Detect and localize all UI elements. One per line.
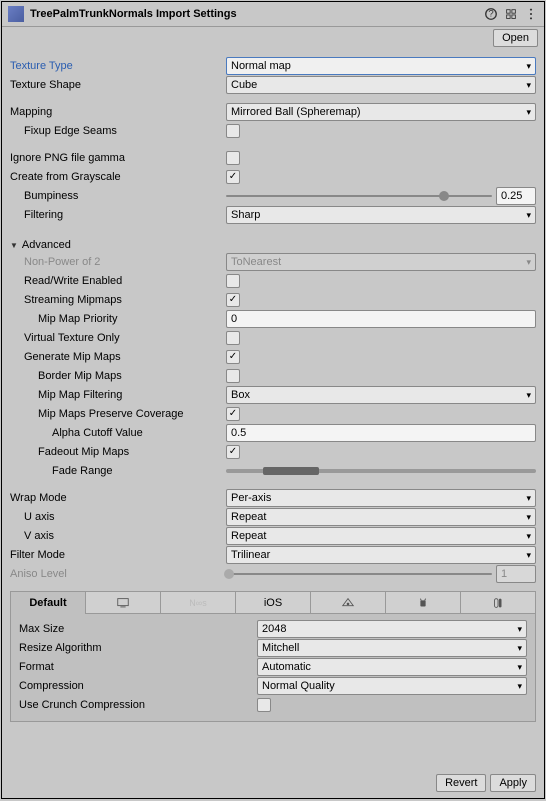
tab-android[interactable]: [386, 592, 461, 614]
generate-mipmaps-label: Generate Mip Maps: [10, 351, 226, 363]
filter-mode-label: Filter Mode: [10, 549, 226, 561]
tab-default[interactable]: Default: [11, 592, 86, 614]
v-axis-dropdown[interactable]: Repeat: [226, 527, 536, 545]
bumpiness-value[interactable]: 0.25: [496, 187, 536, 205]
virtual-texture-only-label: Virtual Texture Only: [10, 332, 226, 344]
non-power-of-2-label: Non-Power of 2: [10, 256, 226, 268]
use-crunch-checkbox[interactable]: [257, 698, 271, 712]
mipmap-priority-input[interactable]: 0: [226, 310, 536, 328]
generate-mipmaps-checkbox[interactable]: [226, 350, 240, 364]
alpha-cutoff-label: Alpha Cutoff Value: [10, 427, 226, 439]
open-button[interactable]: Open: [493, 29, 538, 47]
compression-dropdown[interactable]: Normal Quality: [257, 677, 527, 695]
filtering-label: Filtering: [10, 209, 226, 221]
wrap-mode-label: Wrap Mode: [10, 492, 226, 504]
read-write-checkbox[interactable]: [226, 274, 240, 288]
tab-web[interactable]: [311, 592, 386, 614]
mapping-label: Mapping: [10, 106, 226, 118]
mapping-dropdown[interactable]: Mirrored Ball (Spheremap): [226, 103, 536, 121]
format-label: Format: [19, 661, 257, 673]
format-dropdown[interactable]: Automatic: [257, 658, 527, 676]
compression-label: Compression: [19, 680, 257, 692]
help-icon[interactable]: ?: [484, 7, 498, 21]
filter-mode-dropdown[interactable]: Trilinear: [226, 546, 536, 564]
tab-pc[interactable]: [86, 592, 161, 614]
tab-switch[interactable]: [461, 592, 535, 614]
ignore-png-gamma-label: Ignore PNG file gamma: [10, 152, 226, 164]
streaming-mipmaps-label: Streaming Mipmaps: [10, 294, 226, 306]
menu-icon[interactable]: [524, 7, 538, 21]
aniso-level-label: Aniso Level: [10, 568, 226, 580]
border-mipmaps-checkbox[interactable]: [226, 369, 240, 383]
preset-icon[interactable]: [504, 7, 518, 21]
ignore-png-gamma-checkbox[interactable]: [226, 151, 240, 165]
mipmap-filtering-dropdown[interactable]: Box: [226, 386, 536, 404]
u-axis-dropdown[interactable]: Repeat: [226, 508, 536, 526]
use-crunch-label: Use Crunch Compression: [19, 699, 257, 711]
fadeout-mipmaps-checkbox[interactable]: [226, 445, 240, 459]
fadeout-mipmaps-label: Fadeout Mip Maps: [10, 446, 226, 458]
read-write-label: Read/Write Enabled: [10, 275, 226, 287]
revert-button[interactable]: Revert: [436, 774, 486, 792]
bumpiness-slider[interactable]: [226, 195, 492, 197]
texture-shape-label: Texture Shape: [10, 79, 226, 91]
svg-text:?: ?: [488, 9, 493, 20]
filtering-dropdown[interactable]: Sharp: [226, 206, 536, 224]
aniso-level-slider: [226, 573, 492, 575]
wrap-mode-dropdown[interactable]: Per-axis: [226, 489, 536, 507]
streaming-mipmaps-checkbox[interactable]: [226, 293, 240, 307]
texture-icon: [8, 6, 24, 22]
max-size-dropdown[interactable]: 2048: [257, 620, 527, 638]
texture-shape-dropdown[interactable]: Cube: [226, 76, 536, 94]
fade-range-label: Fade Range: [10, 465, 226, 477]
texture-type-dropdown[interactable]: Normal map: [226, 57, 536, 75]
border-mipmaps-label: Border Mip Maps: [10, 370, 226, 382]
non-power-of-2-dropdown: ToNearest: [226, 253, 536, 271]
max-size-label: Max Size: [19, 623, 257, 635]
alpha-cutoff-input[interactable]: 0.5: [226, 424, 536, 442]
bumpiness-label: Bumpiness: [10, 190, 226, 202]
window-title: TreePalmTrunkNormals Import Settings: [30, 8, 484, 20]
resize-algorithm-dropdown[interactable]: Mitchell: [257, 639, 527, 657]
tab-ios[interactable]: iOS: [236, 592, 311, 614]
fixup-edge-seams-label: Fixup Edge Seams: [10, 125, 226, 137]
advanced-header[interactable]: Advanced: [10, 239, 536, 251]
texture-type-label: Texture Type: [10, 60, 226, 72]
platform-tabs: Default N∞s iOS: [10, 591, 536, 614]
aniso-level-value: 1: [496, 565, 536, 583]
create-from-grayscale-label: Create from Grayscale: [10, 171, 226, 183]
apply-button[interactable]: Apply: [490, 774, 536, 792]
fade-range-slider[interactable]: [226, 469, 536, 473]
create-from-grayscale-checkbox[interactable]: [226, 170, 240, 184]
mipmap-priority-label: Mip Map Priority: [10, 313, 226, 325]
fixup-edge-seams-checkbox[interactable]: [226, 124, 240, 138]
mipmap-filtering-label: Mip Map Filtering: [10, 389, 226, 401]
u-axis-label: U axis: [10, 511, 226, 523]
resize-algorithm-label: Resize Algorithm: [19, 642, 257, 654]
mipmaps-preserve-coverage-checkbox[interactable]: [226, 407, 240, 421]
v-axis-label: V axis: [10, 530, 226, 542]
tab-nios[interactable]: N∞s: [161, 592, 236, 614]
virtual-texture-only-checkbox[interactable]: [226, 331, 240, 345]
mipmaps-preserve-coverage-label: Mip Maps Preserve Coverage: [10, 408, 226, 420]
